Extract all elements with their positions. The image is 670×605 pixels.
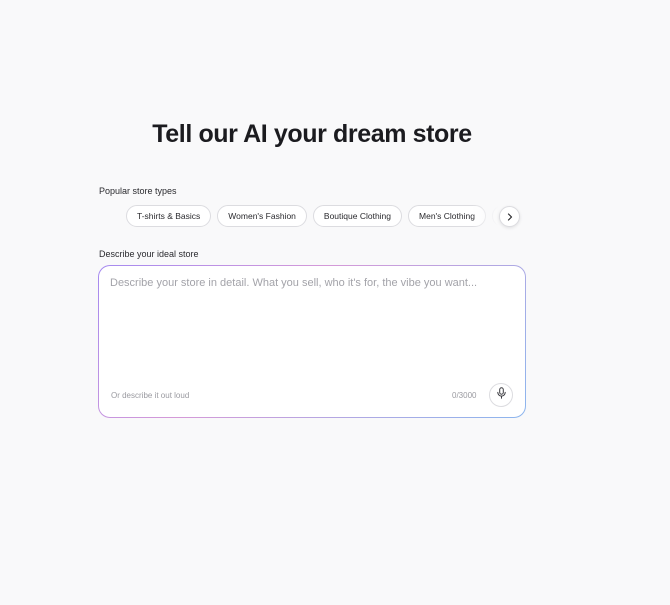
voice-hint: Or describe it out loud xyxy=(111,391,190,400)
chip-t-shirts-basics[interactable]: T-shirts & Basics xyxy=(126,205,212,227)
chip-womens-fashion[interactable]: Women's Fashion xyxy=(217,205,307,227)
chevron-right-icon xyxy=(506,208,514,226)
store-types-label: Popular store types xyxy=(99,186,177,196)
microphone-button[interactable] xyxy=(489,383,513,407)
chips-next-button[interactable] xyxy=(499,206,520,227)
microphone-icon xyxy=(496,386,507,404)
description-input[interactable] xyxy=(110,277,510,377)
store-type-chips: T-shirts & Basics Women's Fashion Boutiq… xyxy=(126,205,516,229)
store-builder-page: Tell our AI your dream store Popular sto… xyxy=(0,0,670,605)
description-box: Or describe it out loud 0/3000 xyxy=(98,265,526,418)
character-counter: 0/3000 xyxy=(452,391,477,400)
page-title: Tell our AI your dream store xyxy=(152,120,472,148)
describe-label: Describe your ideal store xyxy=(99,249,199,259)
chip-boutique-clothing[interactable]: Boutique Clothing xyxy=(312,205,403,227)
